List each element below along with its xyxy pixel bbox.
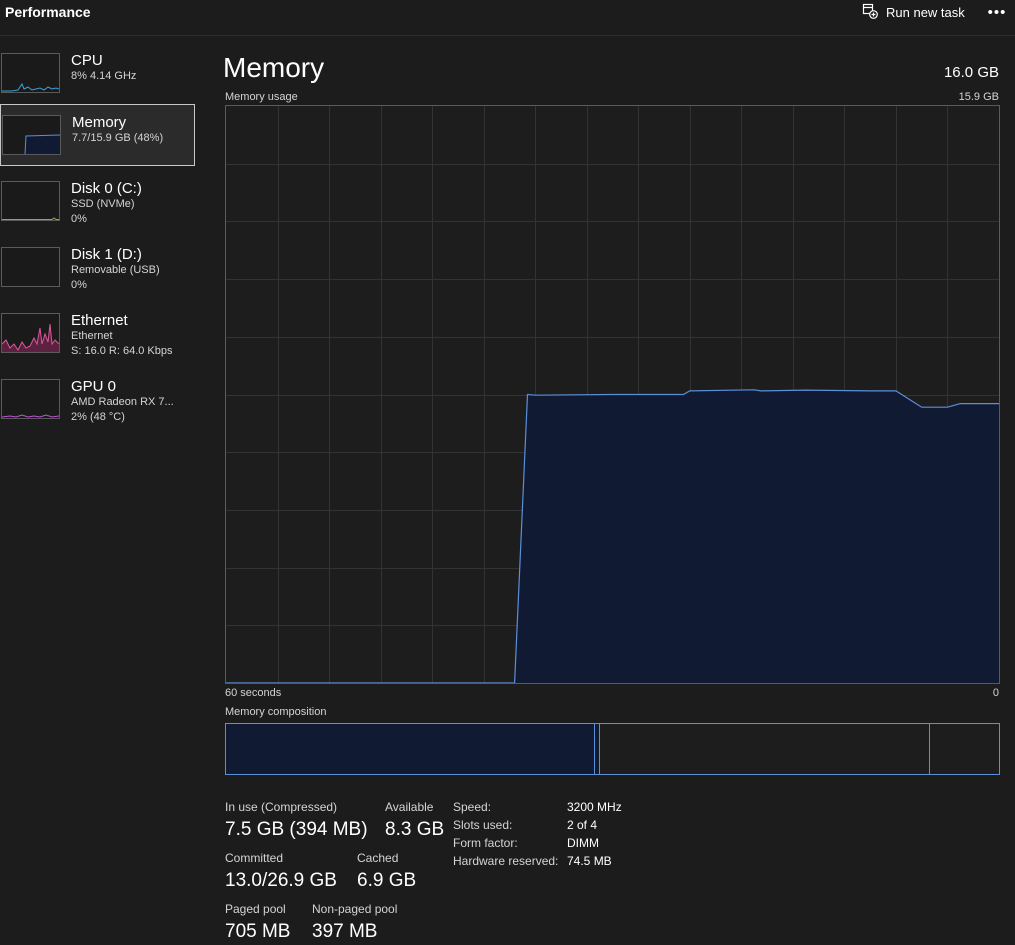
stat-label: Paged pool xyxy=(225,902,286,916)
sidebar-item-sub: 0% xyxy=(71,213,87,225)
stat-committed: Committed 13.0/26.9 GB xyxy=(225,851,337,893)
memory-usage-graph xyxy=(225,105,1000,684)
spec-slots-label: Slots used: xyxy=(453,818,513,832)
stat-non-paged-pool: Non-paged pool 397 MB xyxy=(312,902,397,944)
sidebar-item-sub: 8% 4.14 GHz xyxy=(71,70,137,82)
stat-value: 705 MB xyxy=(225,921,291,942)
cpu-thumbnail-graph xyxy=(1,53,60,93)
sidebar-item-title: Disk 0 (C:) xyxy=(71,180,142,197)
x-axis-left-label: 60 seconds xyxy=(225,687,282,699)
sidebar-item-gpu-0[interactable]: GPU 0 AMD Radeon RX 7... 2% (48 °C) xyxy=(0,368,195,430)
stat-value: 13.0/26.9 GB xyxy=(225,870,337,891)
sidebar-item-title: CPU xyxy=(71,52,103,69)
stat-available: Available 8.3 GB xyxy=(385,800,444,842)
title-bar: Performance Run new task ••• xyxy=(0,0,1015,36)
memory-composition-bar xyxy=(225,723,1000,775)
new-task-icon xyxy=(862,3,878,22)
sidebar-item-title: Disk 1 (D:) xyxy=(71,246,142,263)
sidebar-item-sub: SSD (NVMe) xyxy=(71,198,135,210)
memory-heading: Memory xyxy=(223,52,325,83)
stat-label: Available xyxy=(385,800,434,814)
sidebar-item-sub: AMD Radeon RX 7... xyxy=(71,396,174,408)
sidebar-item-disk-0[interactable]: Disk 0 (C:) SSD (NVMe) 0% xyxy=(0,170,195,232)
sidebar-item-sub: Removable (USB) xyxy=(71,264,160,276)
stat-label: Cached xyxy=(357,851,399,865)
spec-hardware-reserved-label: Hardware reserved: xyxy=(453,854,559,868)
memory-usage-label: Memory usage xyxy=(225,91,298,103)
stat-label: Non-paged pool xyxy=(312,902,398,916)
sidebar-item-title: GPU 0 xyxy=(71,378,117,395)
spec-speed-value: 3200 MHz xyxy=(567,800,622,814)
stat-label: Committed xyxy=(225,851,284,865)
run-new-task-label: Run new task xyxy=(886,4,965,20)
memory-usage-area xyxy=(226,389,999,683)
spec-hardware-reserved-value: 74.5 MB xyxy=(567,854,612,868)
stat-value: 7.5 GB (394 MB) xyxy=(225,819,368,840)
stat-in-use: In use (Compressed) 7.5 GB (394 MB) xyxy=(225,800,368,842)
stat-label: In use (Compressed) xyxy=(225,800,338,814)
sidebar-item-cpu[interactable]: CPU 8% 4.14 GHz xyxy=(0,42,195,104)
sidebar-item-ethernet[interactable]: Ethernet Ethernet S: 16.0 R: 64.0 Kbps xyxy=(0,302,195,364)
sidebar-item-memory[interactable]: Memory 7.7/15.9 GB (48%) xyxy=(0,104,195,166)
stat-value: 6.9 GB xyxy=(357,870,417,891)
stat-value: 8.3 GB xyxy=(385,819,445,840)
memory-usage-chart xyxy=(226,106,999,684)
memory-composition-label: Memory composition xyxy=(225,706,327,718)
ethernet-thumbnail-graph xyxy=(1,313,60,353)
stat-cached: Cached 6.9 GB xyxy=(357,851,416,893)
spec-speed-label: Speed: xyxy=(453,800,492,814)
memory-usage-max: 15.9 GB xyxy=(958,91,999,103)
stat-paged-pool: Paged pool 705 MB xyxy=(225,902,290,944)
page-title: Performance xyxy=(5,4,91,20)
sidebar-item-sub: 0% xyxy=(71,279,87,291)
gpu-thumbnail-graph xyxy=(1,379,60,419)
run-new-task-button[interactable]: Run new task xyxy=(862,2,965,22)
x-axis-right-label: 0 xyxy=(992,687,999,699)
sidebar-item-sub: 2% (48 °C) xyxy=(71,411,125,423)
sidebar-item-title: Ethernet xyxy=(71,312,128,329)
total-memory: 16.0 GB xyxy=(943,64,999,81)
disk1-thumbnail-graph xyxy=(1,247,60,287)
disk0-thumbnail-graph xyxy=(1,181,60,221)
sidebar-item-title: Memory xyxy=(72,114,127,131)
spec-form-factor-value: DIMM xyxy=(567,836,599,850)
spec-slots-value: 2 of 4 xyxy=(567,818,598,832)
spec-form-factor-label: Form factor: xyxy=(453,836,518,850)
memory-thumbnail-graph xyxy=(2,115,61,155)
sidebar-item-sub: Ethernet xyxy=(71,330,113,342)
sidebar-item-sub: 7.7/15.9 GB (48%) xyxy=(72,132,164,144)
sidebar-item-disk-1[interactable]: Disk 1 (D:) Removable (USB) 0% xyxy=(0,236,195,298)
composition-standby xyxy=(600,724,930,774)
sidebar-item-sub: S: 16.0 R: 64.0 Kbps xyxy=(71,345,173,357)
stat-value: 397 MB xyxy=(312,921,378,942)
more-options-button[interactable]: ••• xyxy=(986,2,1008,22)
composition-in-use xyxy=(226,724,595,774)
